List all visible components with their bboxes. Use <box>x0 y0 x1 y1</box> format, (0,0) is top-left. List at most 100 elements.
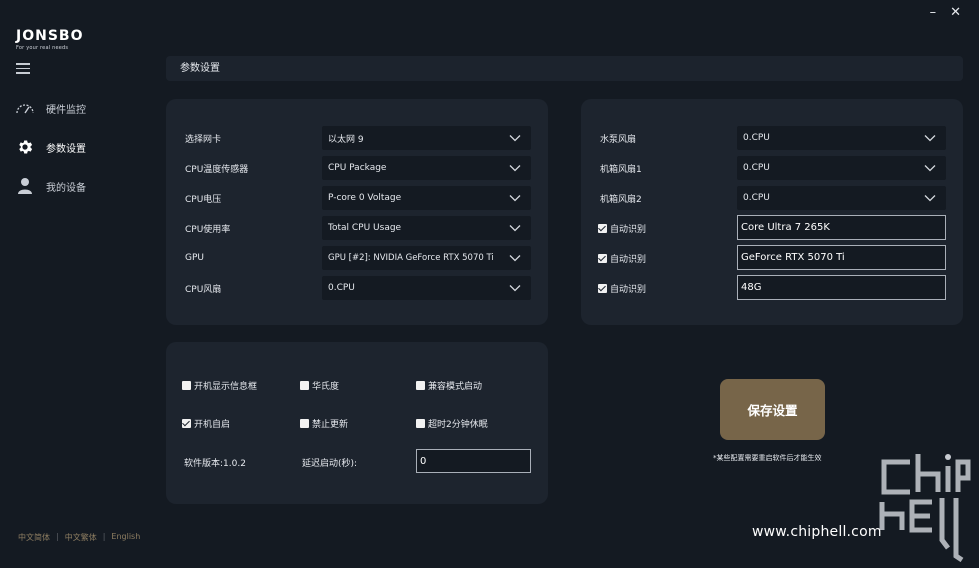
gpu-name-input[interactable]: GeForce RTX 5070 Ti <box>737 245 946 270</box>
checkbox-icon[interactable] <box>300 381 309 390</box>
checkbox-checked-icon[interactable] <box>182 419 191 428</box>
cpu-fan-select[interactable]: 0.CPU <box>322 276 531 300</box>
jonsbo-logo: JONSBO For your real needs <box>16 28 92 51</box>
field-label: CPU使用率 <box>185 224 231 235</box>
disable-update-checkbox[interactable]: 禁止更新 <box>300 417 348 430</box>
checkbox-label: 华氏度 <box>312 382 340 392</box>
case-fan-1-select[interactable]: 0.CPU <box>737 156 946 180</box>
chevron-down-icon <box>924 195 936 202</box>
case-fan-2-select[interactable]: 0.CPU <box>737 186 946 210</box>
fan-device-panel: 水泵风扇 0.CPU 机箱风扇1 0.CPU 机箱风扇2 0.CPU 自动识别 … <box>581 99 963 325</box>
autostart-checkbox[interactable]: 开机自启 <box>182 417 230 430</box>
chevron-down-icon <box>509 165 521 172</box>
language-switcher: 中文简体 | 中文繁体 | English <box>18 532 140 543</box>
checkbox-label: 开机自启 <box>194 420 231 430</box>
lang-english[interactable]: English <box>111 532 140 543</box>
chevron-down-icon <box>509 255 521 262</box>
cpu-voltage-select[interactable]: P-core 0 Voltage <box>322 186 531 210</box>
lang-traditional-chinese[interactable]: 中文繁体 <box>65 532 97 543</box>
row-network-card: 选择网卡 <box>185 126 221 150</box>
checkbox-label: 自动识别 <box>610 285 647 295</box>
sidebar-nav: 硬件监控 参数设置 我的设备 <box>14 98 86 215</box>
speedometer-icon <box>14 98 36 118</box>
sidebar-item-my-device[interactable]: 我的设备 <box>14 176 86 196</box>
show-info-on-boot-checkbox[interactable]: 开机显示信息框 <box>182 379 257 392</box>
watermark-url: www.chiphell.com <box>752 524 882 540</box>
sidebar-item-label: 我的设备 <box>46 182 86 194</box>
checkbox-icon[interactable] <box>416 381 425 390</box>
checkbox-checked-icon[interactable] <box>598 254 607 263</box>
sidebar-item-label: 参数设置 <box>46 143 86 155</box>
checkbox-checked-icon[interactable] <box>598 284 607 293</box>
select-value: GPU [#2]: NVIDIA GeForce RTX 5070 Ti <box>328 253 494 263</box>
select-value: P-core 0 Voltage <box>328 193 402 203</box>
select-value: Total CPU Usage <box>328 223 402 233</box>
chiphell-watermark-logo <box>879 454 971 562</box>
chevron-down-icon <box>509 225 521 232</box>
auto-detect-cpu-checkbox[interactable]: 自动识别 <box>598 222 646 235</box>
minimize-button[interactable]: – <box>930 6 937 20</box>
row-cpu-temp-sensor: CPU温度传感器 <box>185 156 248 180</box>
checkbox-label: 超时2分钟休眠 <box>428 420 488 430</box>
field-label: GPU <box>185 253 204 263</box>
memory-input[interactable]: 48G <box>737 275 946 300</box>
sidebar-item-label: 硬件监控 <box>46 104 86 116</box>
chevron-down-icon <box>509 135 521 142</box>
sidebar-item-settings[interactable]: 参数设置 <box>14 137 86 157</box>
input-value: 48G <box>741 282 762 293</box>
select-value: 0.CPU <box>743 133 770 143</box>
checkbox-checked-icon[interactable] <box>598 224 607 233</box>
chevron-down-icon <box>924 135 936 142</box>
field-label: CPU风扇 <box>185 284 222 295</box>
app-options-panel: 开机显示信息框 华氏度 兼容模式启动 开机自启 禁止更新 超时2分钟休眠 软件版… <box>166 342 548 504</box>
input-value: GeForce RTX 5070 Ti <box>741 252 845 263</box>
sensor-settings-panel: 选择网卡 以太网 9 CPU温度传感器 CPU Package CPU电压 P-… <box>166 99 548 325</box>
field-label: CPU温度传感器 <box>185 164 249 175</box>
row-cpu-voltage: CPU电压 <box>185 186 221 210</box>
network-card-select[interactable]: 以太网 9 <box>322 126 531 150</box>
lang-simplified-chinese[interactable]: 中文简体 <box>18 532 50 543</box>
pump-fan-select[interactable]: 0.CPU <box>737 126 946 150</box>
field-label: 机箱风扇2 <box>600 194 642 205</box>
checkbox-label: 兼容模式启动 <box>428 382 483 392</box>
input-value: 0 <box>420 455 427 467</box>
delay-start-input[interactable]: 0 <box>416 449 531 473</box>
field-label: 选择网卡 <box>185 134 222 145</box>
field-label: 机箱风扇1 <box>600 164 642 175</box>
checkbox-icon[interactable] <box>182 381 191 390</box>
row-cpu-fan: CPU风扇 <box>185 276 221 300</box>
checkbox-icon[interactable] <box>416 419 425 428</box>
page-title: 参数设置 <box>180 63 220 74</box>
lang-separator: | <box>56 532 59 541</box>
field-label: 水泵风扇 <box>600 134 637 145</box>
compat-mode-checkbox[interactable]: 兼容模式启动 <box>416 379 482 392</box>
delay-start-label: 延迟启动(秒): <box>302 456 357 469</box>
logo-mark: JONSBO <box>16 28 84 44</box>
chevron-down-icon <box>509 285 521 292</box>
row-cpu-usage: CPU使用率 <box>185 216 230 240</box>
gear-icon <box>14 137 36 157</box>
sleep-timeout-checkbox[interactable]: 超时2分钟休眠 <box>416 417 488 430</box>
auto-detect-memory-checkbox[interactable]: 自动识别 <box>598 282 646 295</box>
gpu-select[interactable]: GPU [#2]: NVIDIA GeForce RTX 5070 Ti <box>322 246 531 270</box>
checkbox-label: 自动识别 <box>610 255 647 265</box>
sidebar-item-hardware-monitor[interactable]: 硬件监控 <box>14 98 86 118</box>
save-settings-button[interactable]: 保存设置 <box>720 379 825 440</box>
field-label: 延迟启动(秒): <box>302 459 358 469</box>
auto-detect-gpu-checkbox[interactable]: 自动识别 <box>598 252 646 265</box>
checkbox-label: 自动识别 <box>610 225 647 235</box>
checkbox-icon[interactable] <box>300 419 309 428</box>
cpu-temp-sensor-select[interactable]: CPU Package <box>322 156 531 180</box>
checkbox-label: 禁止更新 <box>312 420 349 430</box>
cpu-usage-select[interactable]: Total CPU Usage <box>322 216 531 240</box>
close-button[interactable]: ✕ <box>950 6 961 20</box>
cpu-name-input[interactable]: Core Ultra 7 265K <box>737 215 946 240</box>
hamburger-menu-icon[interactable] <box>16 63 30 74</box>
row-case-fan-1: 机箱风扇1 <box>600 156 642 180</box>
software-version: 软件版本:1.0.2 <box>184 456 246 469</box>
chevron-down-icon <box>924 165 936 172</box>
checkbox-label: 开机显示信息框 <box>194 382 258 392</box>
fahrenheit-checkbox[interactable]: 华氏度 <box>300 379 339 392</box>
row-gpu: GPU <box>185 246 204 270</box>
field-label: CPU电压 <box>185 194 222 205</box>
